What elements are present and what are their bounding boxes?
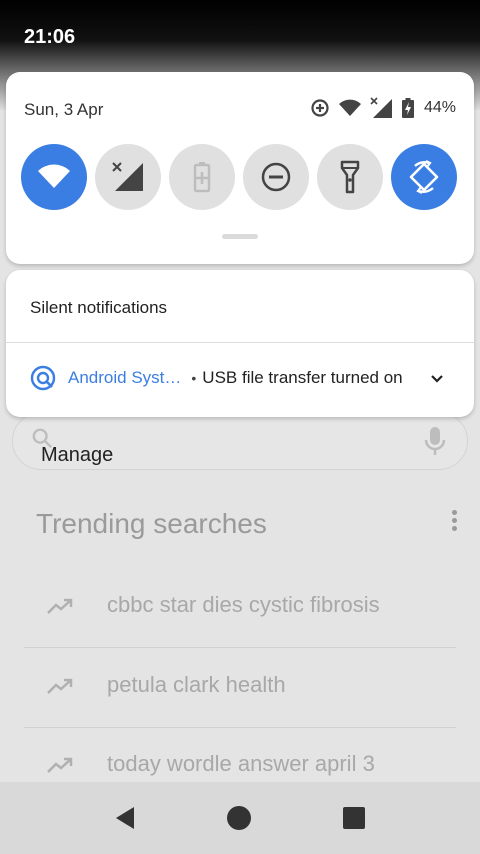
battery-charging-icon [401,98,414,118]
signal-no-service-icon [370,97,392,118]
trending-up-icon [47,757,73,773]
do-not-disturb-tile[interactable] [243,144,309,210]
silent-notifications-card: Silent notifications Android Syst… • USB… [6,270,474,417]
notification-text: USB file transfer turned on [202,368,403,387]
manage-button[interactable]: Manage [41,444,113,467]
divider [6,342,474,343]
mobile-data-tile[interactable] [95,144,161,210]
microphone-icon[interactable] [423,425,447,457]
do-not-disturb-icon [261,162,291,192]
expand-handle[interactable] [222,234,258,239]
more-options-icon[interactable] [448,510,460,534]
trend-item[interactable]: cbbc star dies cystic fibrosis [24,570,456,648]
trending-up-icon [47,598,73,614]
recents-icon[interactable] [340,804,368,832]
wifi-status-icon [338,99,361,116]
android-system-icon [30,365,56,391]
trend-text: today wordle answer april 3 [107,751,375,776]
wifi-icon [38,164,70,188]
trending-up-icon [47,678,73,694]
mobile-data-off-icon [112,162,143,191]
status-icons: 44% [310,96,456,120]
separator-dot: • [191,370,197,386]
flashlight-tile[interactable] [317,144,383,210]
trending-searches-title: Trending searches [36,508,267,539]
back-icon[interactable] [112,804,140,832]
wifi-tile[interactable] [21,144,87,210]
battery-percent: 44% [423,99,456,116]
flashlight-icon [340,160,360,194]
auto-rotate-tile[interactable] [391,144,457,210]
data-saver-icon [311,99,329,117]
quick-settings-panel: Sun, 3 Apr 44% [6,72,474,264]
trend-text: cbbc star dies cystic fibrosis [107,592,380,617]
quick-settings-date[interactable]: Sun, 3 Apr [24,100,103,120]
trend-item[interactable]: petula clark health [24,650,456,728]
navigation-bar [0,782,480,854]
trend-text: petula clark health [107,672,286,697]
battery-saver-tile[interactable] [169,144,235,210]
notification-app-name: Android Syst… [68,368,182,387]
status-bar-time: 21:06 [24,26,76,48]
chevron-down-icon[interactable] [430,374,444,384]
battery-saver-icon [193,162,211,193]
auto-rotate-icon [409,160,439,194]
notification-item[interactable]: Android Syst… • USB file transfer turned… [30,365,454,391]
home-icon[interactable] [225,804,253,832]
notifications-section-header: Silent notifications [30,298,168,317]
